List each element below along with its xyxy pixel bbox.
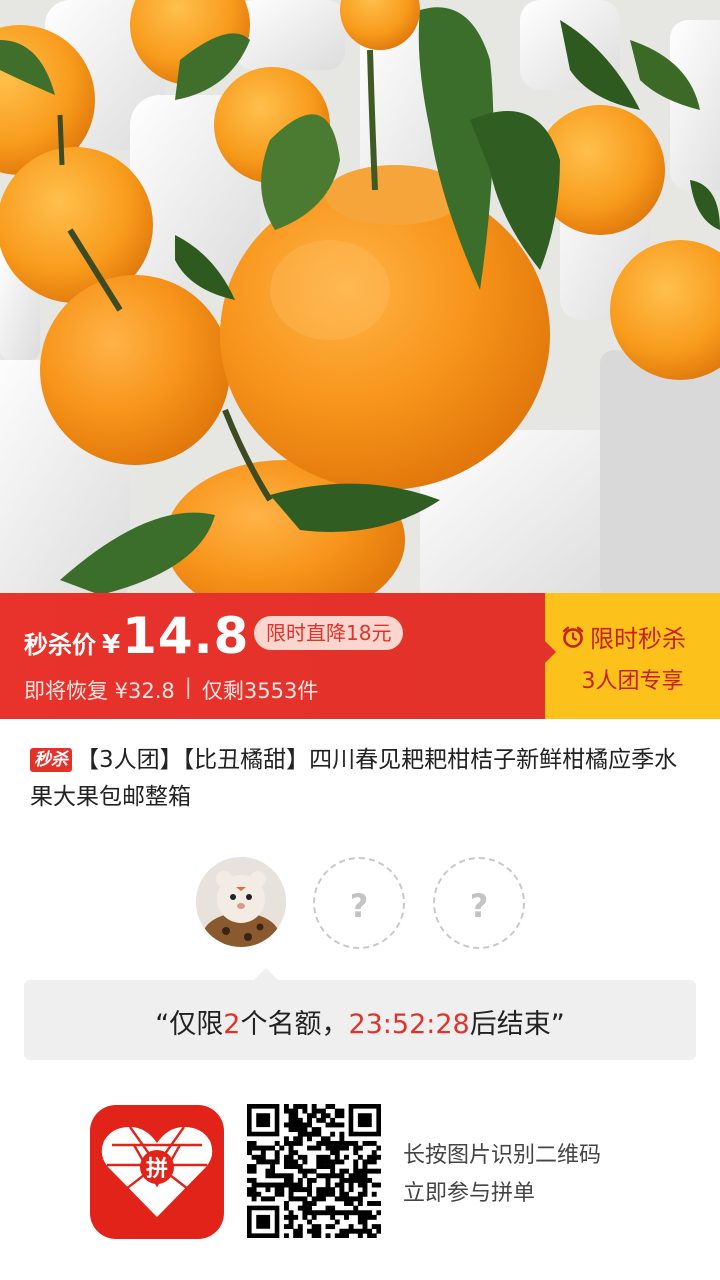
product-photo — [0, 0, 720, 593]
sale-price: 14.8 — [122, 607, 250, 665]
flash-sale-banner: 秒杀价 ¥ 14.8 限时直降18元 即将恢复 ¥32.8 | 仅剩3553件 … — [0, 593, 720, 719]
qr-hint: 长按图片识别二维码 立即参与拼单 — [403, 1137, 601, 1213]
quota-message-box: “仅限2个名额，23:52:28后结束” — [24, 968, 696, 1060]
quota-message: “仅限2个名额，23:52:28后结束” — [24, 1002, 696, 1041]
price-panel: 秒杀价 ¥ 14.8 限时直降18元 即将恢复 ¥32.8 | 仅剩3553件 — [0, 593, 545, 719]
original-price-text: 即将恢复 ¥32.8 — [24, 679, 175, 703]
group-members: ? ? — [0, 855, 720, 955]
qr-code-image — [247, 1104, 382, 1239]
qr-hint-line1: 长按图片识别二维码 — [403, 1143, 602, 1168]
product-title: 秒杀 【3人团】【比丑橘甜】四川春见耙耙柑桔子新鲜柑橘应季水果大果包邮整箱 — [30, 742, 690, 816]
countdown-timer: 23:52:28 — [348, 1009, 470, 1040]
pinduoduo-logo: 拼 — [90, 1105, 224, 1239]
qr-hint-line2: 立即参与拼单 — [403, 1181, 536, 1206]
group-exclusive-text: 3人团专享 — [581, 669, 684, 694]
flash-sale-text: 限时秒杀 — [590, 625, 686, 653]
quota-suffix: 后结束” — [469, 1009, 565, 1040]
price-row: 秒杀价 ¥ 14.8 — [24, 607, 249, 665]
empty-member-slot[interactable]: ? — [313, 857, 405, 949]
oranges-illustration — [0, 0, 720, 593]
question-mark-icon: ? — [349, 887, 369, 925]
empty-member-slot[interactable]: ? — [433, 857, 525, 949]
quota-count: 2 — [223, 1009, 241, 1040]
heart-logo-icon: 拼 — [101, 1126, 213, 1217]
user-avatar-image — [196, 857, 286, 947]
stock-remaining: 仅剩3553件 — [201, 679, 319, 703]
divider: | — [184, 675, 192, 699]
price-drop-badge: 限时直降18元 — [254, 616, 404, 650]
quota-middle: 个名额， — [240, 1009, 349, 1040]
quota-prefix: “仅限 — [155, 1009, 224, 1040]
alarm-clock-icon — [562, 626, 584, 648]
price-subinfo: 即将恢复 ¥32.8 | 仅剩3553件 — [24, 675, 318, 705]
flash-sale-label: 限时秒杀 — [562, 619, 686, 654]
question-mark-icon: ? — [469, 887, 489, 925]
avatar[interactable] — [196, 857, 286, 947]
flash-sale-panel: 限时秒杀 3人团专享 — [544, 593, 720, 719]
price-label: 秒杀价 — [24, 631, 96, 659]
qr-code[interactable] — [247, 1104, 382, 1239]
product-title-text: 【3人团】【比丑橘甜】四川春见耙耙柑桔子新鲜柑橘应季水果大果包邮整箱 — [30, 747, 678, 810]
flash-sale-tag: 秒杀 — [30, 748, 72, 772]
logo-text: 拼 — [146, 1156, 168, 1182]
currency-symbol: ¥ — [102, 630, 121, 660]
